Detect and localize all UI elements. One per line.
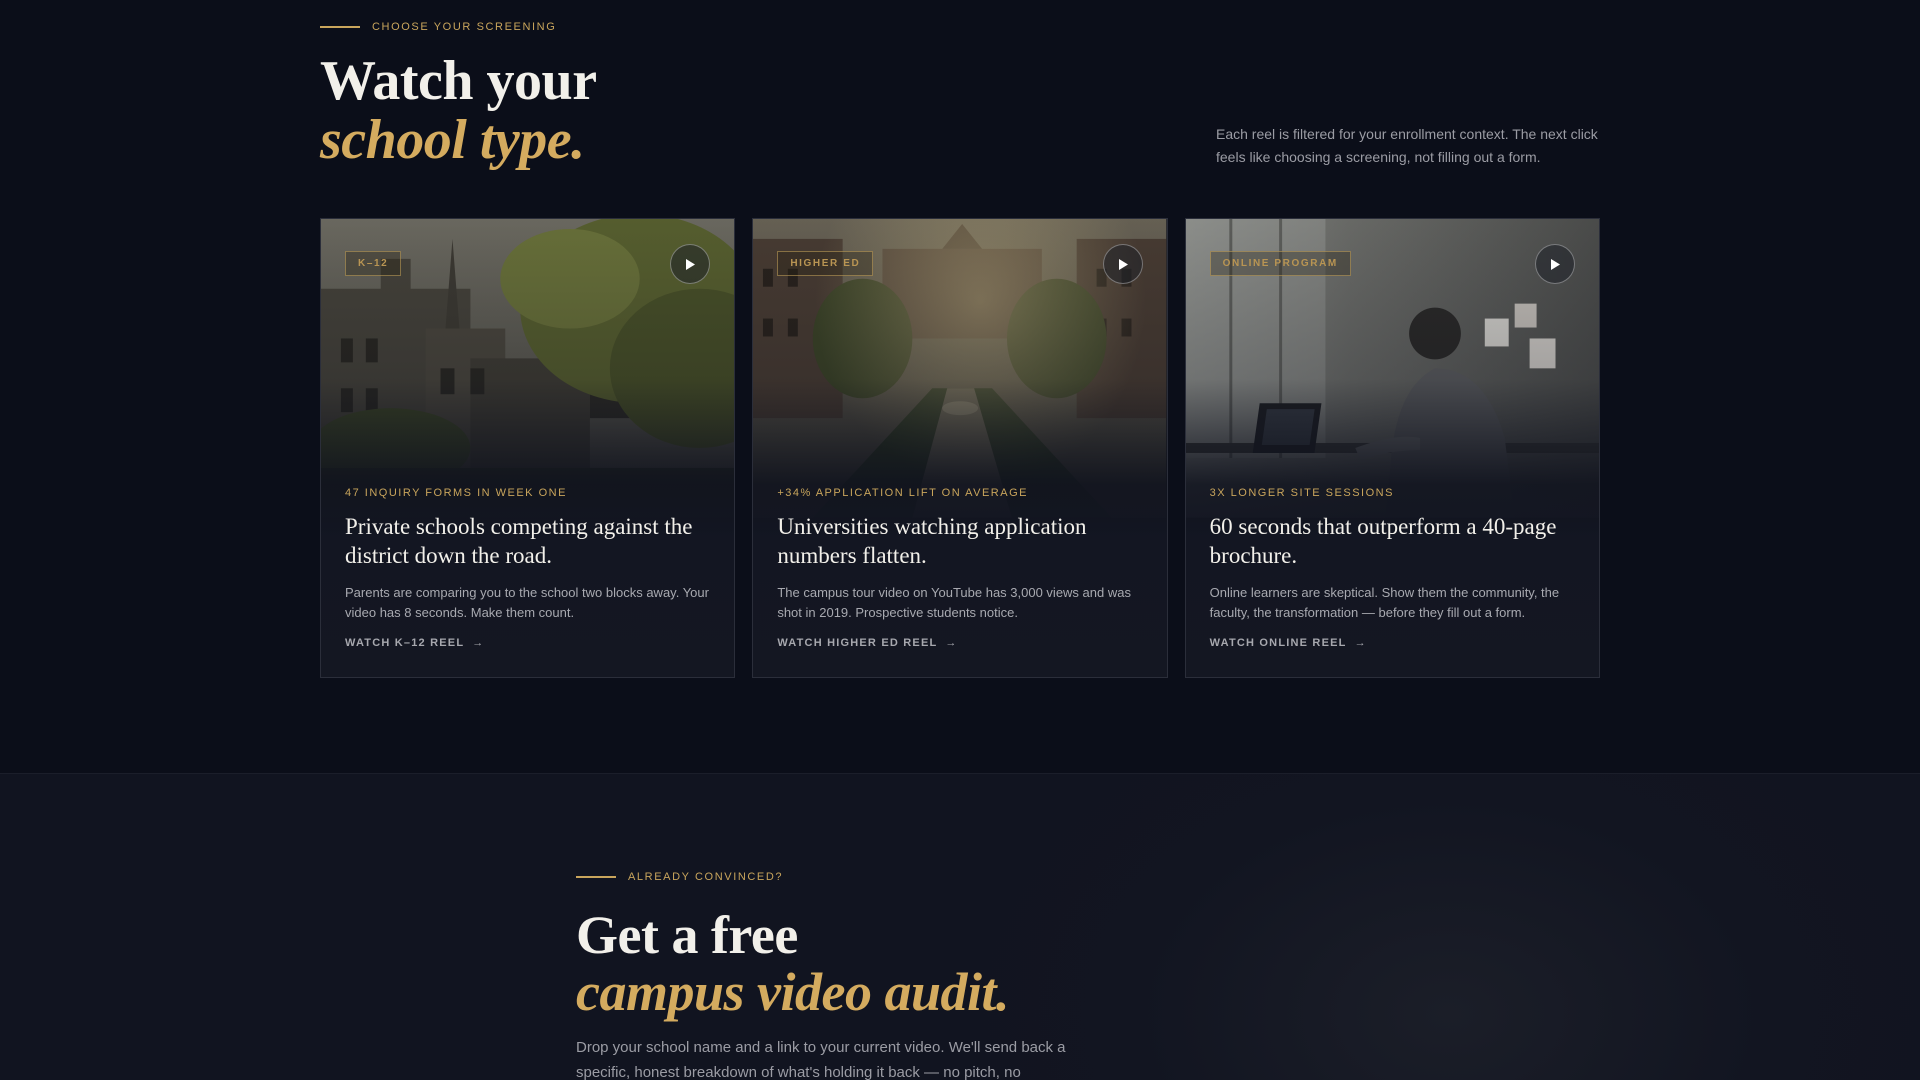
play-icon [1118,258,1128,270]
eyebrow-rule [320,26,360,28]
card-body: The campus tour video on YouTube has 3,0… [777,585,1131,620]
arrow-right-icon: → [945,637,958,649]
cta-label: WATCH ONLINE REEL [1209,637,1347,649]
audit-title-line1: Get a free [576,905,798,965]
play-icon [686,258,696,270]
screening-eyebrow-text: CHOOSE YOUR SCREENING [372,21,557,33]
school-type-cards: K–12 47 INQUIRY FORMS IN WEEK ONE Privat… [320,218,1600,678]
watch-online-reel-link[interactable]: WATCH ONLINE REEL → [1210,637,1575,649]
screening-title: Watch your school type. [320,50,597,172]
card-title: 60 seconds that outperform a 40-page bro… [1209,514,1557,568]
arrow-right-icon: → [472,637,485,649]
card-stat: 3X LONGER SITE SESSIONS [1209,487,1394,499]
card-higher-ed[interactable]: HIGHER ED +34% APPLICATION LIFT ON AVERA… [752,218,1168,678]
audit-eyebrow-text: ALREADY CONVINCED? [628,871,784,883]
card-stat: +34% APPLICATION LIFT ON AVERAGE [777,487,1028,499]
audit-title-line2: campus video audit. [576,962,1010,1023]
audit-title: Get a free campus video audit. [576,905,1010,1023]
screening-title-line1: Watch your [320,50,597,112]
card-tag: HIGHER ED [777,251,874,276]
screening-eyebrow: CHOOSE YOUR SCREENING [320,21,556,33]
screening-title-line2: school type. [320,109,585,172]
play-button[interactable] [1102,244,1143,284]
card-title: Universities watching application number… [777,514,1087,568]
card-body: Parents are comparing you to the school … [345,585,709,620]
screening-intro: Each reel is filtered for your enrollmen… [1216,126,1598,165]
card-body: Online learners are skeptical. Show them… [1209,585,1560,620]
card-tag: K–12 [345,251,402,276]
card-k12[interactable]: K–12 47 INQUIRY FORMS IN WEEK ONE Privat… [320,218,736,678]
card-stat: 47 INQUIRY FORMS IN WEEK ONE [345,487,567,499]
audit-eyebrow: ALREADY CONVINCED? [576,871,783,883]
watch-k12-reel-link[interactable]: WATCH K–12 REEL → [345,637,710,649]
watch-higher-ed-reel-link[interactable]: WATCH HIGHER ED REEL → [777,637,1142,649]
card-title: Private schools competing against the di… [345,514,693,568]
arrow-right-icon: → [1354,637,1367,649]
play-button[interactable] [1534,244,1575,284]
cta-label: WATCH HIGHER ED REEL [777,637,938,649]
audit-body: Drop your school name and a link to your… [576,1039,1066,1080]
card-tag: ONLINE PROGRAM [1209,251,1351,276]
cta-label: WATCH K–12 REEL [345,637,465,649]
card-online-program[interactable]: ONLINE PROGRAM 3X LONGER SITE SESSIONS 6… [1184,218,1600,678]
play-icon [1550,258,1560,270]
eyebrow-rule [576,876,616,878]
